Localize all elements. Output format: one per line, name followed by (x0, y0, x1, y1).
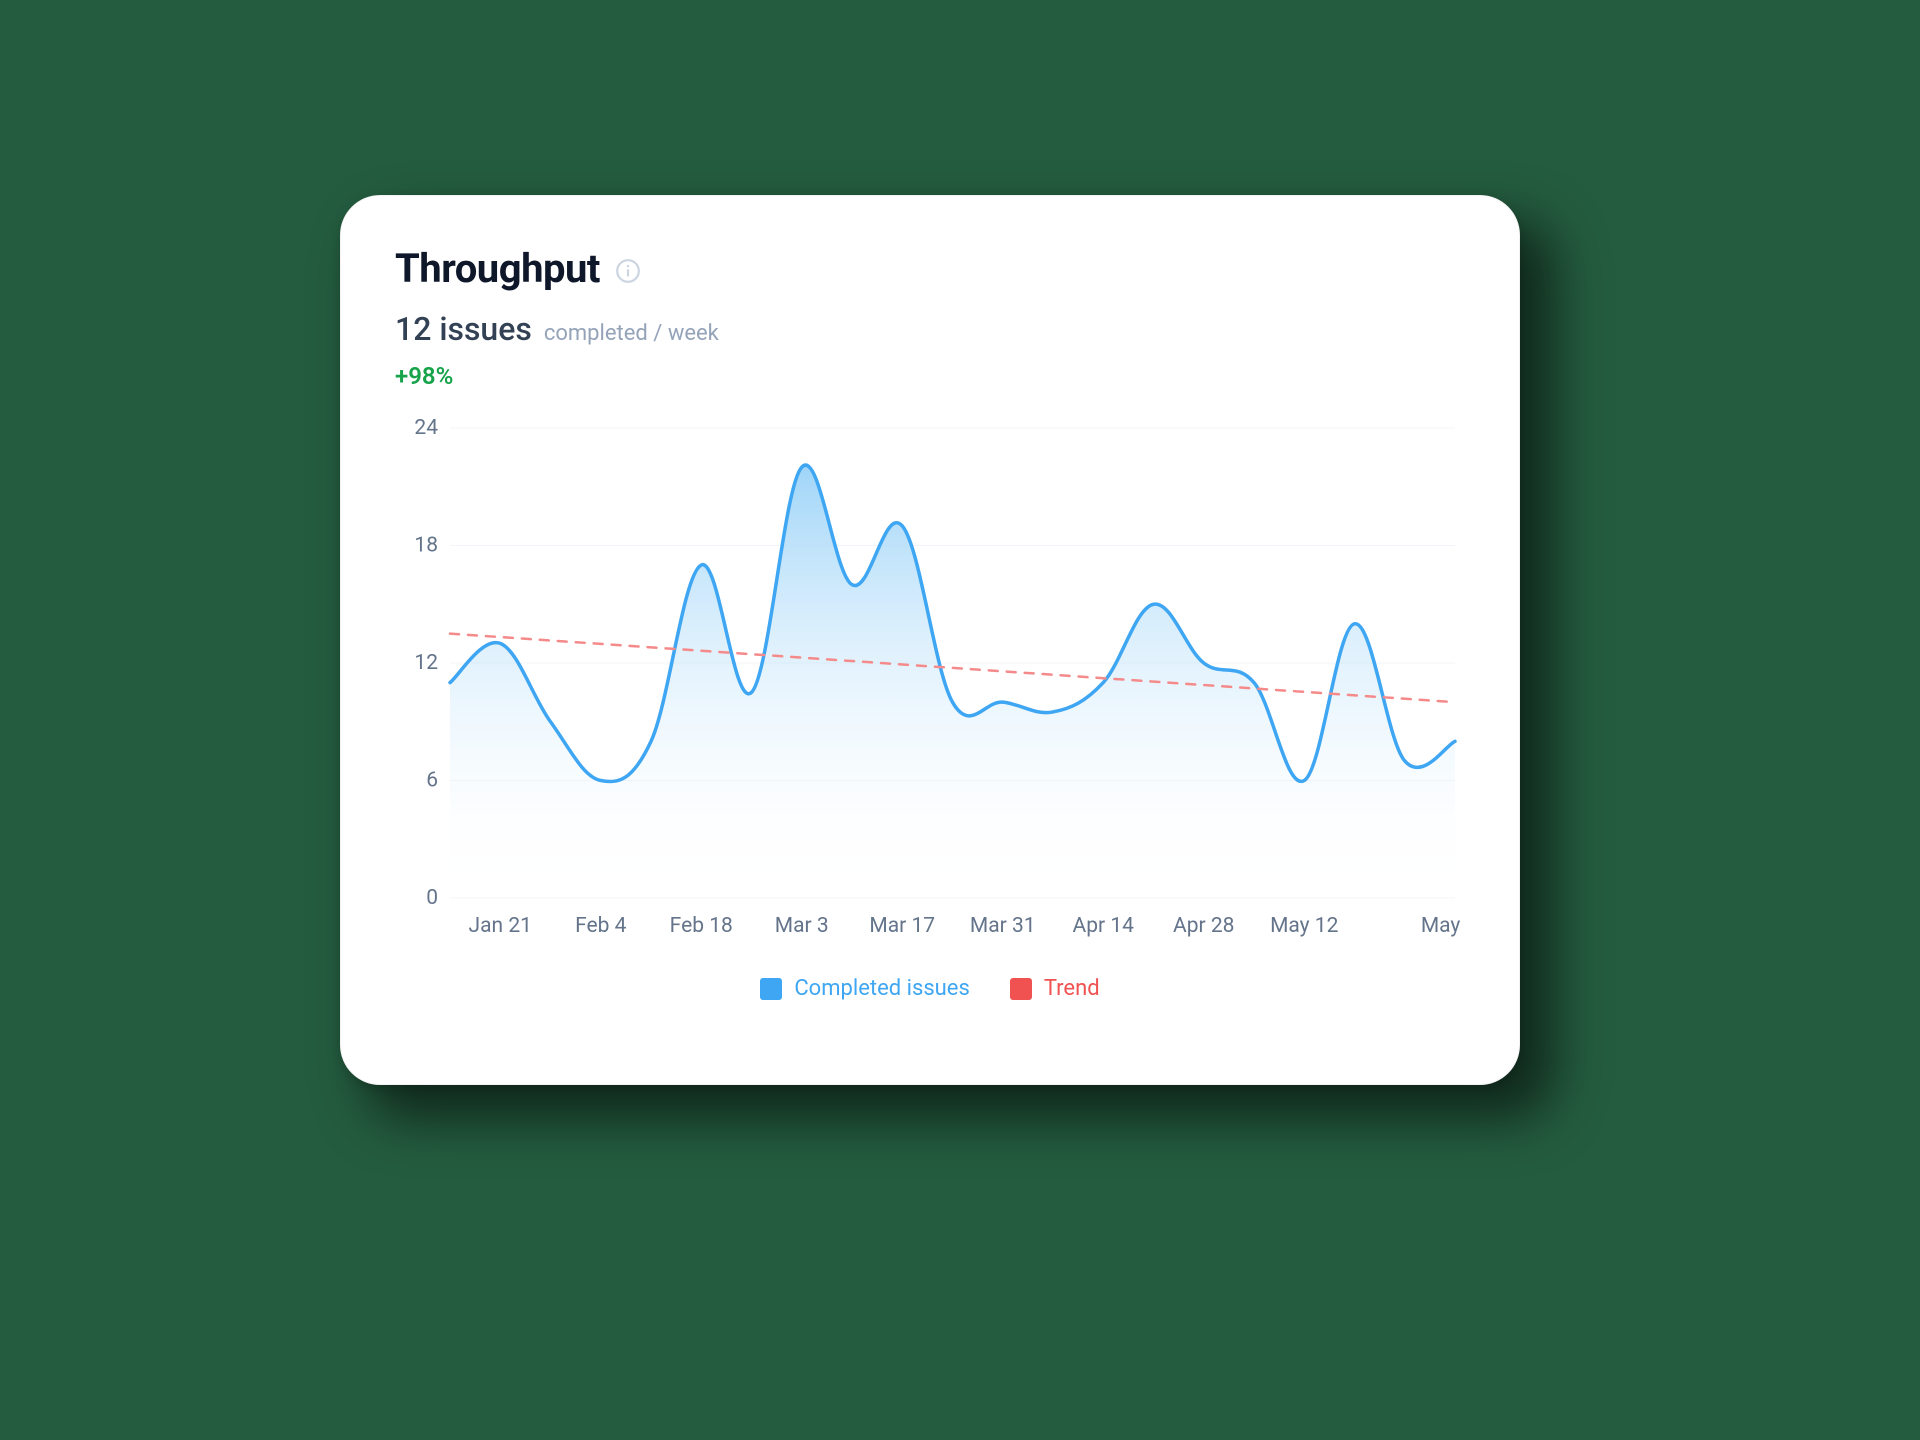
metric-sublabel: completed / week (544, 321, 719, 346)
svg-text:0: 0 (426, 886, 438, 910)
svg-text:May 12: May 12 (1270, 914, 1339, 938)
svg-text:Feb 18: Feb 18 (670, 914, 733, 938)
svg-text:May 31: May 31 (1421, 914, 1465, 938)
legend-swatch-trend-icon (1010, 978, 1032, 1000)
card-header: Throughput (395, 245, 1465, 292)
legend-label-trend: Trend (1044, 976, 1100, 1001)
card-title: Throughput (395, 245, 600, 292)
svg-text:Feb 4: Feb 4 (575, 914, 627, 938)
throughput-card: Throughput 12 issues completed / week +9… (340, 195, 1520, 1085)
legend-label-completed: Completed issues (794, 976, 969, 1001)
metric-value: 12 issues (395, 310, 532, 348)
chart-legend: Completed issues Trend (395, 976, 1465, 1001)
svg-text:12: 12 (414, 651, 438, 675)
svg-text:Mar 3: Mar 3 (775, 914, 829, 938)
svg-text:18: 18 (414, 534, 438, 558)
svg-text:Apr 28: Apr 28 (1173, 914, 1234, 938)
svg-text:Mar 17: Mar 17 (869, 914, 935, 938)
svg-text:6: 6 (426, 769, 438, 793)
legend-item-completed[interactable]: Completed issues (760, 976, 969, 1001)
metric-row: 12 issues completed / week (395, 310, 1465, 348)
delta-value: +98% (395, 362, 1465, 390)
info-icon[interactable] (614, 257, 642, 285)
svg-text:24: 24 (414, 418, 438, 440)
svg-text:Apr 14: Apr 14 (1073, 914, 1135, 938)
svg-text:Jan 21: Jan 21 (469, 914, 532, 938)
legend-swatch-completed-icon (760, 978, 782, 1000)
svg-text:Mar 31: Mar 31 (970, 914, 1036, 938)
legend-item-trend[interactable]: Trend (1010, 976, 1100, 1001)
throughput-chart: 0 6 12 18 24 Jan 21 Feb 4 Feb 18 Mar 3 Mar 17 Mar … (395, 418, 1465, 958)
